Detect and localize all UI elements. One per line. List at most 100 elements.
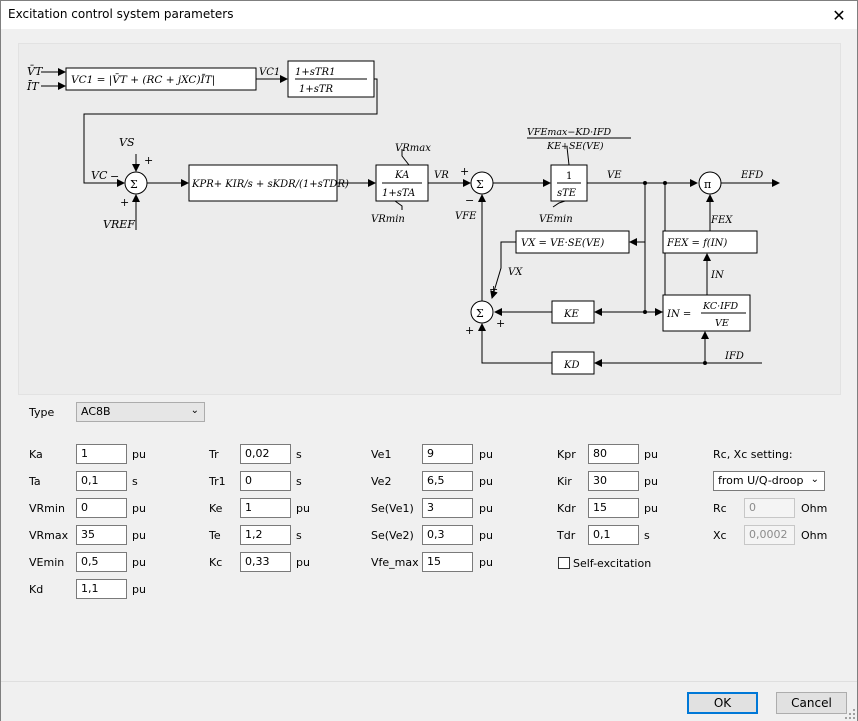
vs-label: VS: [119, 136, 135, 149]
window-title: Excitation control system parameters: [8, 7, 234, 21]
self-excitation-label: Self-excitation: [573, 557, 652, 570]
vx-label: VX: [508, 267, 523, 278]
type-select[interactable]: AC8B ⌄: [76, 402, 205, 422]
param-label: VRmax: [29, 529, 69, 542]
tr-input[interactable]: 0,02: [240, 444, 291, 464]
unit-label: pu: [479, 475, 493, 488]
tr-numerator: 1+sTR1: [295, 67, 335, 78]
vc1-equation: VC1 = |V̄T + (RC + jXC)ĪT|: [71, 73, 215, 87]
param-label: Tr: [209, 448, 219, 461]
vt-label: V̄T: [27, 65, 44, 78]
rc-input[interactable]: 0: [744, 498, 795, 518]
ta-input[interactable]: 0,1: [76, 471, 127, 491]
param-label: Kdr: [557, 502, 576, 515]
tr-denominator: 1+sTR: [299, 84, 334, 95]
fex-equation: FEX = f(IN): [666, 238, 727, 249]
param-label: Ke: [209, 502, 223, 515]
vr-label: VR: [434, 170, 449, 181]
ve1-input[interactable]: 9: [422, 444, 473, 464]
unit-label: pu: [479, 529, 493, 542]
vfe-label: VFE: [455, 211, 477, 222]
chevron-down-icon: ⌄: [190, 405, 199, 416]
sum3-symbol: Σ: [476, 307, 484, 320]
multiplier-symbol: π: [704, 178, 711, 191]
vrmax-input[interactable]: 35: [76, 525, 127, 545]
unit-label: Ohm: [801, 529, 828, 542]
unit-label: s: [132, 475, 138, 488]
unit-label: pu: [296, 502, 310, 515]
vrmin-input[interactable]: 0: [76, 498, 127, 518]
ok-button[interactable]: OK: [687, 692, 758, 714]
param-label: VEmin: [29, 556, 65, 569]
unit-label: pu: [479, 502, 493, 515]
unit-label: pu: [644, 475, 658, 488]
vfemax-numerator: VFEmax−KD·IFD: [527, 127, 611, 138]
xc-input[interactable]: 0,0002: [744, 525, 795, 545]
se-ve2-input[interactable]: 0,3: [422, 525, 473, 545]
plus-vref: +: [120, 196, 129, 209]
ve-label: VE: [607, 170, 622, 181]
param-label: Ta: [29, 475, 41, 488]
te-input[interactable]: 1,2: [240, 525, 291, 545]
ve2-input[interactable]: 6,5: [422, 471, 473, 491]
param-label: Tdr: [557, 529, 576, 542]
vc-label: VC: [91, 169, 108, 182]
ke-block-label: KE: [563, 309, 579, 320]
sum2-symbol: Σ: [476, 178, 484, 191]
plus-ke: +: [496, 317, 505, 330]
unit-label: s: [644, 529, 650, 542]
plus-vs: +: [144, 154, 153, 167]
close-icon[interactable]: ✕: [832, 6, 845, 25]
param-label: Ve1: [371, 448, 392, 461]
rc-xc-mode-value: from U/Q-droop: [718, 474, 804, 487]
rc-label: Rc: [713, 502, 727, 515]
pid-formula: KPR+ KIR/s + sKDR/(1+sTDR): [191, 179, 349, 190]
in-label: IN: [710, 270, 725, 281]
int-denominator: sTE: [557, 188, 577, 199]
unit-label: pu: [296, 556, 310, 569]
kd-block-label: KD: [563, 360, 580, 371]
rc-xc-heading: Rc, Xc setting:: [713, 448, 793, 461]
plus-vx: +: [489, 283, 498, 296]
vrmin-label: VRmin: [371, 214, 405, 225]
unit-label: pu: [644, 502, 658, 515]
kdr-input[interactable]: 15: [588, 498, 639, 518]
vemin-input[interactable]: 0,5: [76, 552, 127, 572]
ka-input[interactable]: 1: [76, 444, 127, 464]
se-ve1-input[interactable]: 3: [422, 498, 473, 518]
dialog-footer: OK Cancel: [1, 681, 857, 721]
param-label: Kpr: [557, 448, 576, 461]
ke-input[interactable]: 1: [240, 498, 291, 518]
param-label: Ka: [29, 448, 43, 461]
vfe-max-input[interactable]: 15: [422, 552, 473, 572]
param-label: Kir: [557, 475, 572, 488]
plus-kd: +: [465, 324, 474, 337]
tdr-input[interactable]: 0,1: [588, 525, 639, 545]
self-excitation-checkbox[interactable]: [558, 557, 570, 569]
title-bar: Excitation control system parameters ✕: [1, 1, 857, 29]
in-numerator: KC·IFD: [702, 301, 738, 312]
kd-input[interactable]: 1,1: [76, 579, 127, 599]
unit-label: pu: [132, 502, 146, 515]
resize-grip-icon[interactable]: [845, 709, 855, 719]
kc-input[interactable]: 0,33: [240, 552, 291, 572]
vemin-label: VEmin: [539, 214, 573, 225]
block-diagram: V̄T ĪT VC1 = |V̄T + (RC + jXC)ĪT| VC1 1+…: [18, 43, 841, 395]
rc-xc-mode-select[interactable]: from U/Q-droop ⌄: [713, 471, 825, 491]
unit-label: pu: [132, 529, 146, 542]
kpr-input[interactable]: 80: [588, 444, 639, 464]
param-label: Tr1: [209, 475, 226, 488]
vfemax-denominator: KE+SE(VE): [546, 141, 604, 152]
in-denominator: VE: [715, 318, 729, 329]
unit-label: s: [296, 529, 302, 542]
vc1-label: VC1: [259, 67, 280, 78]
close-button[interactable]: ✕: [821, 1, 857, 29]
tr1-input[interactable]: 0: [240, 471, 291, 491]
ifd-label: IFD: [724, 351, 744, 362]
dialog-window: Excitation control system parameters ✕ V…: [0, 0, 858, 721]
kir-input[interactable]: 30: [588, 471, 639, 491]
cancel-button[interactable]: Cancel: [776, 692, 847, 714]
ka-denominator: 1+sTA: [382, 188, 415, 199]
ka-numerator: KA: [394, 170, 409, 181]
unit-label: pu: [132, 448, 146, 461]
